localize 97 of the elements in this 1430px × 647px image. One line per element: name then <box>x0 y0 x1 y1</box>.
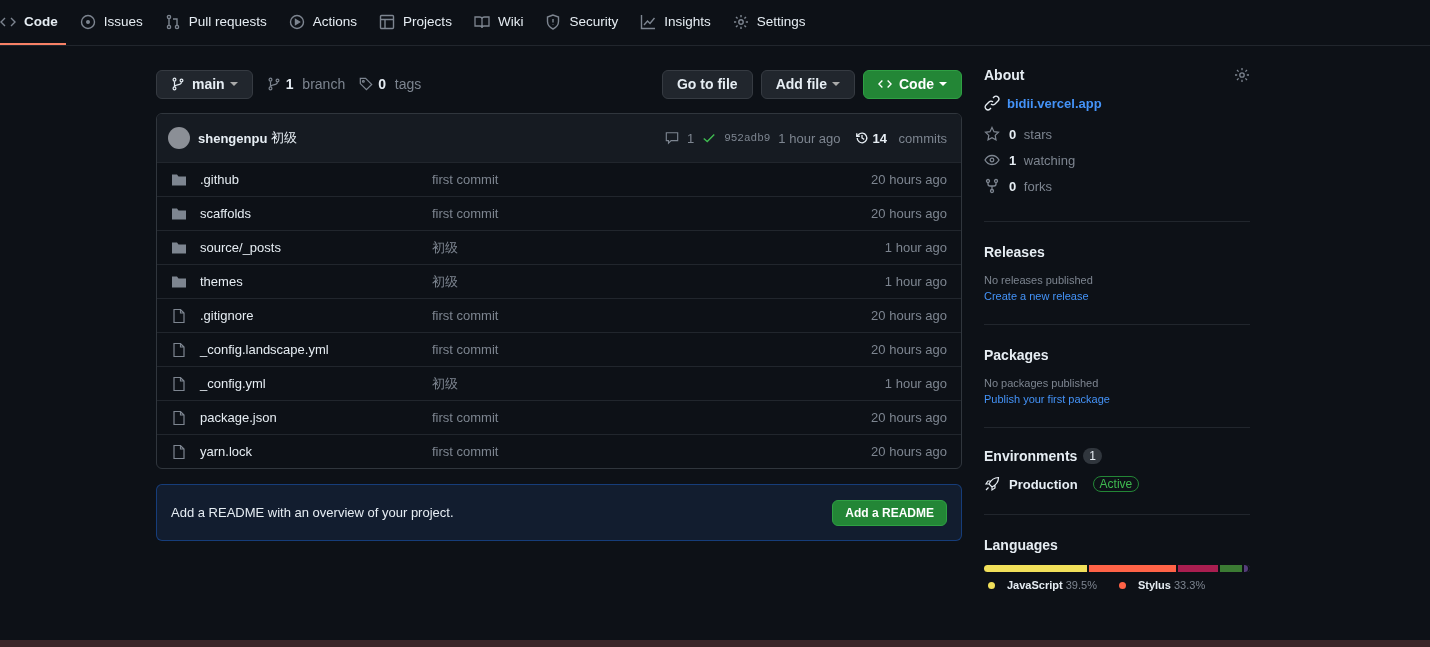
branch-select-button[interactable]: main <box>156 69 253 99</box>
file-name-link[interactable]: _config.landscape.yml <box>200 342 329 357</box>
branch-icon <box>266 77 281 91</box>
commit-time: 1 hour ago <box>778 130 841 146</box>
shield-icon <box>545 13 562 30</box>
book-icon <box>473 13 490 30</box>
file-name-link[interactable]: yarn.lock <box>200 444 253 459</box>
repo-tab[interactable]: Issues <box>71 0 151 45</box>
file-icon <box>171 307 187 324</box>
repo-tab[interactable]: Settings <box>724 0 814 45</box>
add-file-button[interactable]: Add file <box>760 69 855 99</box>
commit-message-link[interactable]: 初级 <box>432 375 458 391</box>
eye-icon <box>984 152 1000 168</box>
website-link[interactable]: bidii.vercel.app <box>1007 95 1102 111</box>
repo-tab[interactable]: Security <box>537 0 627 45</box>
avatar <box>168 127 190 149</box>
releases-note: No releases published <box>984 274 1094 286</box>
packages-note: No packages published <box>984 377 1100 389</box>
commit-message-link[interactable]: 初级 <box>432 273 458 289</box>
commit-message-link[interactable]: first commit <box>432 342 499 357</box>
repo-tab[interactable]: Insights <box>632 0 719 45</box>
repo-tab[interactable]: Projects <box>371 0 460 45</box>
commit-message-link[interactable]: first commit <box>432 410 499 425</box>
commit-message-link[interactable]: first commit <box>432 308 499 323</box>
commit-message-link[interactable]: first commit <box>432 444 499 459</box>
environment-link[interactable]: Production <box>1009 476 1078 492</box>
commit-message[interactable]: 初级 <box>271 129 298 147</box>
file-icon <box>171 443 187 460</box>
about-heading: About <box>984 67 1025 83</box>
file-icon <box>171 409 187 426</box>
repo-tab[interactable]: Wiki <box>465 0 532 45</box>
graph-icon <box>640 13 657 30</box>
history-icon <box>854 131 869 145</box>
environments-heading: Environments <box>984 448 1078 464</box>
comment-count: 1 <box>686 130 695 146</box>
repo-stat-link[interactable]: 0 stars <box>984 121 1250 147</box>
commit-message-link[interactable]: first commit <box>432 206 499 221</box>
repo-stat-link[interactable]: 1 watching <box>984 147 1250 173</box>
language-link[interactable]: JavaScript 39.5% <box>984 579 1097 591</box>
file-time: 20 hours ago <box>871 206 947 221</box>
settings-icon[interactable] <box>1234 67 1250 83</box>
file-name-link[interactable]: scaffolds <box>200 206 252 221</box>
settings-icon <box>732 13 749 30</box>
table-icon <box>379 13 396 30</box>
check-icon <box>702 131 717 145</box>
play-icon <box>288 13 305 30</box>
add-readme-button[interactable]: Add a README <box>832 499 947 526</box>
commit-message-link[interactable]: first commit <box>432 172 499 187</box>
create-release-link[interactable]: Create a new release <box>984 290 1250 302</box>
file-time: 1 hour ago <box>884 274 947 289</box>
readme-prompt: Add a README with an overview of your project. <box>171 505 454 520</box>
language-link[interactable]: Stylus 33.3% <box>1114 579 1206 591</box>
issue-icon <box>79 13 96 30</box>
fork-icon <box>984 178 1000 194</box>
file-time: 1 hour ago <box>884 376 947 391</box>
link-icon <box>984 95 1000 111</box>
file-name-link[interactable]: _config.yml <box>200 376 266 391</box>
file-time: 20 hours ago <box>871 308 947 323</box>
publish-package-link[interactable]: Publish your first package <box>984 393 1250 405</box>
code-button[interactable]: Code <box>863 69 962 99</box>
caret-icon <box>229 82 238 86</box>
file-name-link[interactable]: package.json <box>200 410 277 425</box>
file-icon <box>171 375 187 392</box>
file-time: 20 hours ago <box>871 444 947 459</box>
rocket-icon <box>984 476 1000 492</box>
environment-count-badge: 1 <box>1083 448 1103 464</box>
file-time: 20 hours ago <box>871 342 947 357</box>
repo-tab[interactable]: Pull requests <box>156 0 275 45</box>
code-icon <box>878 77 892 91</box>
commit-message-link[interactable]: 初级 <box>432 239 458 255</box>
releases-heading: Releases <box>984 244 1046 260</box>
go-to-file-button[interactable]: Go to file <box>662 69 753 99</box>
file-name-link[interactable]: .gitignore <box>200 308 254 323</box>
languages-heading: Languages <box>984 537 1059 553</box>
file-time: 1 hour ago <box>884 240 947 255</box>
file-name-link[interactable]: source/_posts <box>200 240 281 255</box>
packages-heading: Packages <box>984 347 1050 363</box>
file-name-link[interactable]: .github <box>200 172 240 187</box>
comment-icon <box>664 131 679 145</box>
repo-tab[interactable]: Actions <box>280 0 366 45</box>
file-name-link[interactable]: themes <box>200 274 243 289</box>
commit-author[interactable]: shengenpu <box>198 130 268 146</box>
file-time: 20 hours ago <box>871 410 947 425</box>
pull-request-icon <box>164 13 181 30</box>
file-icon <box>171 341 187 358</box>
tag-icon <box>359 77 374 91</box>
repo-stat-link[interactable]: 0 forks <box>984 173 1250 199</box>
branch-count-link[interactable]: 1 branch <box>266 76 346 92</box>
caret-icon <box>939 82 947 86</box>
commits-link[interactable]: 14 commits <box>854 130 947 146</box>
branch-icon <box>171 77 185 91</box>
tag-count-link[interactable]: 0 tags <box>359 76 422 92</box>
star-icon <box>984 126 1000 142</box>
commit-hash[interactable]: 952adb9 <box>724 132 771 144</box>
repo-tab[interactable]: Code <box>0 0 66 45</box>
file-time: 20 hours ago <box>871 172 947 187</box>
caret-icon <box>832 82 840 86</box>
